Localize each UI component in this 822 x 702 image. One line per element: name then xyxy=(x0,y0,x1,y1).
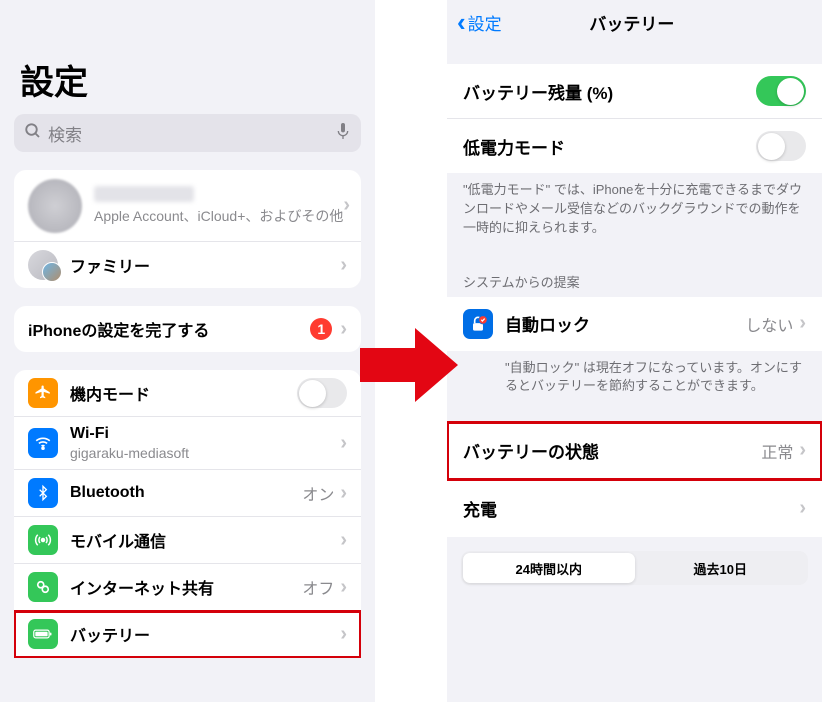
battery-settings-pane: ‹ 設定 バッテリー バッテリー残量 (%) 低電力モード "低電力モード" で… xyxy=(447,0,822,702)
cellular-row[interactable]: モバイル通信 › xyxy=(14,517,361,564)
segment-24h[interactable]: 24時間以内 xyxy=(463,553,635,583)
bluetooth-value: オン xyxy=(302,481,334,505)
low-power-footer: "低電力モード" では、iPhoneを十分に充電できるまでダウンロードやメール受… xyxy=(447,173,822,254)
suggestions-section: 自動ロック しない › xyxy=(447,297,822,351)
account-subtitle: Apple Account、iCloud+、およびその他 xyxy=(94,206,343,226)
mic-icon[interactable] xyxy=(335,121,351,146)
chevron-right-icon: › xyxy=(340,482,347,505)
airplane-mode-row[interactable]: 機内モード xyxy=(14,370,361,417)
airplane-toggle[interactable] xyxy=(297,378,347,408)
battery-health-row[interactable]: バッテリーの状態 正常 › xyxy=(447,422,822,480)
chevron-right-icon: › xyxy=(340,623,347,646)
autolock-label: 自動ロック xyxy=(505,311,745,336)
finish-setup-card: iPhoneの設定を完了する 1 › xyxy=(14,306,361,352)
family-label: ファミリー xyxy=(70,253,340,277)
battery-percent-label: バッテリー残量 (%) xyxy=(463,79,756,104)
chevron-right-icon: › xyxy=(340,576,347,599)
battery-icon xyxy=(28,619,58,649)
chevron-right-icon: › xyxy=(340,529,347,552)
settings-root-pane: 設定 検索 Apple Account、iCloud+、およびその他 › xyxy=(0,0,375,702)
notification-badge: 1 xyxy=(310,318,332,340)
nav-bar: ‹ 設定 バッテリー xyxy=(447,0,822,44)
battery-percent-toggle[interactable] xyxy=(756,76,806,106)
suggestions-header: システムからの提案 xyxy=(447,254,822,297)
account-card: Apple Account、iCloud+、およびその他 › ファミリー › xyxy=(14,170,361,288)
search-icon xyxy=(24,122,42,145)
account-name-redacted xyxy=(94,186,194,202)
autolock-icon xyxy=(463,309,493,339)
apple-account-row[interactable]: Apple Account、iCloud+、およびその他 › xyxy=(14,170,361,242)
chevron-right-icon: › xyxy=(799,497,806,520)
cellular-icon xyxy=(28,525,58,555)
battery-health-label: バッテリーの状態 xyxy=(463,438,761,463)
battery-toggles-section: バッテリー残量 (%) 低電力モード xyxy=(447,64,822,173)
hotspot-label: インターネット共有 xyxy=(70,575,302,599)
airplane-icon xyxy=(28,378,58,408)
hotspot-row[interactable]: インターネット共有 オフ › xyxy=(14,564,361,611)
hotspot-icon xyxy=(28,572,58,602)
wifi-icon xyxy=(28,428,58,458)
bluetooth-row[interactable]: Bluetooth オン › xyxy=(14,470,361,517)
chevron-right-icon: › xyxy=(799,312,806,335)
nav-title: バッテリー xyxy=(452,10,812,35)
time-range-segment[interactable]: 24時間以内 過去10日 xyxy=(461,551,808,585)
chevron-right-icon: › xyxy=(340,254,347,277)
airplane-label: 機内モード xyxy=(70,381,297,405)
autolock-value: しない xyxy=(745,312,793,336)
battery-percent-row[interactable]: バッテリー残量 (%) xyxy=(447,64,822,119)
page-title: 設定 xyxy=(0,0,375,114)
search-placeholder: 検索 xyxy=(48,121,335,146)
chevron-right-icon: › xyxy=(340,432,347,455)
chevron-right-icon: › xyxy=(340,318,347,341)
avatar xyxy=(28,179,82,233)
autolock-footer: "自動ロック" は現在オフになっています。オンにするとバッテリーを節約することが… xyxy=(447,351,822,413)
finish-setup-label: iPhoneの設定を完了する xyxy=(28,317,310,341)
charging-row[interactable]: 充電 › xyxy=(447,480,822,537)
search-input[interactable]: 検索 xyxy=(14,114,361,152)
chevron-right-icon: › xyxy=(799,439,806,462)
charging-label: 充電 xyxy=(463,496,799,521)
family-avatar-icon xyxy=(28,250,58,280)
hotspot-value: オフ xyxy=(302,575,334,599)
low-power-label: 低電力モード xyxy=(463,134,756,159)
low-power-row[interactable]: 低電力モード xyxy=(447,119,822,173)
autolock-row[interactable]: 自動ロック しない › xyxy=(447,297,822,351)
family-row[interactable]: ファミリー › xyxy=(14,242,361,288)
bluetooth-label: Bluetooth xyxy=(70,484,302,502)
wifi-row[interactable]: Wi-Fi gigaraku-mediasoft › xyxy=(14,417,361,470)
finish-setup-row[interactable]: iPhoneの設定を完了する 1 › xyxy=(14,306,361,352)
cellular-label: モバイル通信 xyxy=(70,528,340,552)
battery-row[interactable]: バッテリー › xyxy=(14,611,361,658)
battery-health-section: バッテリーの状態 正常 › 充電 › xyxy=(447,422,822,537)
wifi-label: Wi-Fi xyxy=(70,425,340,443)
wifi-value: gigaraku-mediasoft xyxy=(70,445,340,461)
low-power-toggle[interactable] xyxy=(756,131,806,161)
segment-10days[interactable]: 過去10日 xyxy=(635,553,807,583)
chevron-right-icon: › xyxy=(343,194,350,217)
battery-health-value: 正常 xyxy=(761,439,793,463)
battery-label: バッテリー xyxy=(70,622,340,646)
settings-list: 機内モード Wi-Fi gigaraku-mediasoft › Bluetoo… xyxy=(14,370,361,658)
annotation-arrow-icon xyxy=(360,320,460,415)
bluetooth-icon xyxy=(28,478,58,508)
